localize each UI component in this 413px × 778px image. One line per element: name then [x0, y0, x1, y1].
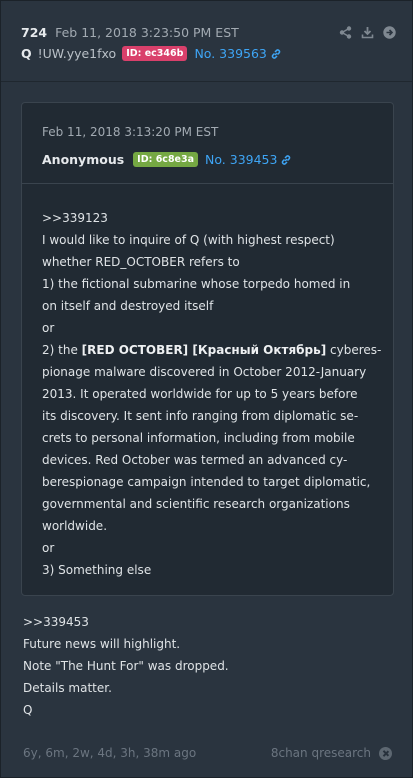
post-age: 6y, 6m, 2w, 4d, 3h, 38m ago	[23, 746, 197, 760]
quoted-body-line: I would like to inquire of Q (with highe…	[42, 233, 335, 247]
post-body-line: >>339453	[23, 615, 89, 629]
quoted-body-line: pionage malware discovered in October 20…	[42, 365, 367, 379]
quoted-body-line: 2) the [RED OCTOBER] [Красный Октябрь] c…	[42, 339, 382, 361]
quoted-body-line: 3) Something else	[42, 563, 152, 577]
link-icon[interactable]	[270, 48, 282, 60]
post-number: 724	[21, 24, 48, 40]
quoted-body-line: >>339123	[42, 211, 108, 225]
quoted-body-line: crets to personal information, including…	[42, 431, 355, 445]
close-icon[interactable]	[379, 746, 392, 760]
id-badge[interactable]: ID: ec346b	[122, 45, 188, 61]
quoted-post: Feb 11, 2018 3:13:20 PM EST Anonymous ID…	[21, 102, 394, 596]
post-header: 724 Feb 11, 2018 3:23:50 PM EST Q !UW.yy…	[21, 23, 396, 63]
quoted-body-line: on itself and destroyed itself	[42, 299, 214, 313]
quoted-body-line: berespionage campaign intended to target…	[42, 475, 371, 489]
quoted-post-header: Feb 11, 2018 3:13:20 PM EST Anonymous ID…	[42, 125, 373, 168]
quoted-body-line: 2013. It operated worldwide for up to 5 …	[42, 387, 358, 401]
post-body: >>339453 Future news will highlight. Note …	[23, 611, 383, 721]
quoted-body-emphasis: [RED OCTOBER] [Красный Октябрь]	[81, 343, 327, 357]
forward-icon[interactable]	[383, 25, 396, 39]
post-link-label: No. 339563	[194, 45, 267, 61]
quoted-author: Anonymous	[42, 151, 125, 167]
share-icon[interactable]	[339, 25, 352, 39]
post-body-line: Details matter.	[23, 681, 112, 695]
post-footer: 6y, 6m, 2w, 4d, 3h, 38m ago 8chan qresea…	[23, 746, 392, 760]
quoted-divider	[22, 183, 393, 184]
quoted-body-text: 2) the	[42, 343, 82, 357]
header-divider	[1, 81, 412, 82]
quoted-link-label: No. 339453	[205, 151, 278, 167]
link-icon[interactable]	[280, 154, 292, 166]
quoted-body-line: its discovery. It sent info ranging from…	[42, 409, 359, 423]
download-icon[interactable]	[361, 26, 374, 39]
post-card: 724 Feb 11, 2018 3:23:50 PM EST Q !UW.yy…	[0, 0, 413, 778]
post-body-line: Q	[23, 703, 33, 717]
post-source[interactable]: 8chan qresearch	[271, 746, 371, 760]
quoted-id-badge[interactable]: ID: 6c8e3a	[133, 151, 199, 167]
post-actions	[339, 25, 396, 39]
quoted-body-text: cyberes-	[326, 343, 382, 357]
quoted-timestamp: Feb 11, 2018 3:13:20 PM EST	[42, 125, 219, 139]
quoted-body-line: governmental and scientific research org…	[42, 497, 350, 511]
post-tripcode: !UW.yye1fxo	[37, 45, 117, 61]
quoted-post-body: >>339123 I would like to inquire of Q (wi…	[42, 207, 382, 581]
quoted-body-line: 1) the fictional submarine whose torpedo…	[42, 277, 351, 291]
quoted-body-line: worldwide.	[42, 519, 108, 533]
post-author: Q	[21, 45, 32, 61]
post-timestamp: Feb 11, 2018 3:23:50 PM EST	[55, 24, 239, 40]
quoted-body-line: whether RED_OCTOBER refers to	[42, 255, 240, 269]
quoted-body-line: devices. Red October was termed an advan…	[42, 453, 348, 467]
post-body-line: Future news will highlight.	[23, 637, 181, 651]
quoted-post-link[interactable]: No. 339453	[205, 152, 292, 167]
post-link[interactable]: No. 339563	[194, 46, 281, 61]
quoted-body-line: or	[42, 321, 55, 335]
quoted-body-line: or	[42, 541, 55, 555]
post-body-line: Note "The Hunt For" was dropped.	[23, 659, 229, 673]
